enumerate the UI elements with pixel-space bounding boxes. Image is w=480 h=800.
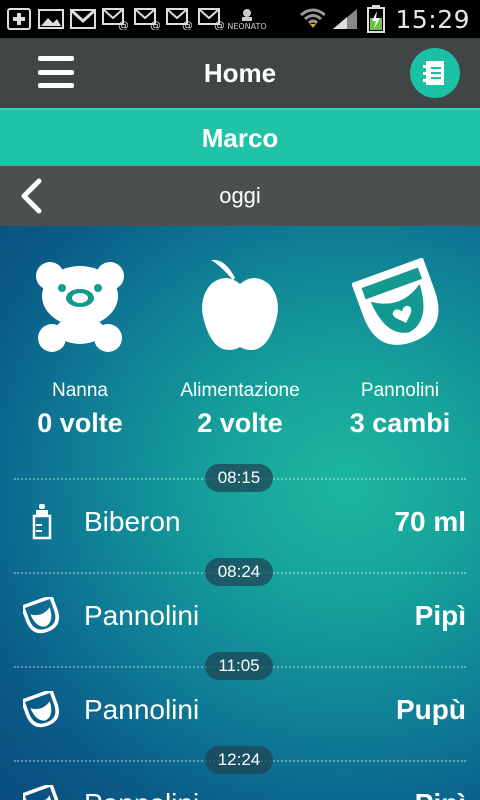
time-badge: 11:05 (205, 652, 273, 680)
status-bar: @ @ @ @ NEONATO 15:29 (0, 0, 480, 38)
summary-panel: Nanna 0 volte Alimentazione 2 volte Pann… (0, 226, 480, 456)
summary-label: Alimentazione (180, 380, 300, 401)
summary-sleep[interactable]: Nanna 0 volte (0, 256, 160, 439)
diaper-icon (23, 691, 59, 728)
summary-diapers[interactable]: Pannolini 3 cambi (320, 256, 480, 439)
timeline-entry[interactable]: 11:05 Pannolini Pupù (0, 652, 480, 746)
plus-icon (6, 8, 32, 30)
summary-label: Pannolini (360, 380, 440, 401)
summary-value: 0 volte (37, 408, 123, 438)
notebook-icon (423, 61, 444, 85)
action-bar: Home (0, 38, 480, 108)
svg-text:@: @ (150, 19, 160, 30)
email-at-icon: @ (166, 8, 192, 30)
timeline-entry[interactable]: 08:15 Biberon 70 ml (0, 464, 480, 558)
bottle-icon (32, 504, 52, 540)
entry-value: 70 ml (394, 506, 466, 537)
summary-feeding[interactable]: Alimentazione 2 volte (160, 256, 320, 439)
image-icon (38, 8, 64, 30)
main-content: Nanna 0 volte Alimentazione 2 volte Pann… (0, 226, 480, 800)
timeline-list: 08:15 Biberon 70 ml 08:24 Pannolini Pipì (0, 464, 480, 800)
date-label: oggi (219, 183, 261, 208)
svg-text:@: @ (182, 19, 192, 30)
entry-value: Pipì (414, 600, 466, 631)
entry-label: Biberon (84, 506, 181, 537)
neonato-brand-text: NEONATO (227, 21, 267, 31)
diaper-icon (23, 785, 59, 800)
neonato-icon: NEONATO (227, 8, 267, 31)
svg-text:@: @ (214, 19, 224, 30)
clock: 15:29 (395, 4, 470, 34)
page-title: Home (203, 58, 277, 88)
entry-label: Pannolini (84, 788, 415, 800)
entry-label: Pannolini (84, 600, 200, 631)
battery-charging-icon (363, 5, 389, 33)
timeline-entry[interactable]: 12:24 Pannolini Pipì (0, 746, 480, 800)
entry-value: Pipì (415, 788, 480, 800)
time-badge: 12:24 (205, 746, 273, 774)
entry-value: Pupù (396, 694, 466, 725)
diaper-icon (23, 597, 59, 634)
teddy-bear-icon (36, 262, 124, 352)
date-bar: oggi (0, 166, 480, 226)
summary-label: Nanna (52, 380, 108, 401)
wifi-icon (299, 8, 326, 30)
child-name: Marco (201, 122, 279, 153)
previous-day-button[interactable] (16, 178, 46, 214)
signal-icon (331, 8, 358, 30)
email-at-icon: @ (198, 8, 224, 30)
chevron-left-icon (21, 178, 42, 214)
entry-label: Pannolini (84, 694, 200, 725)
time-badge: 08:15 (205, 464, 273, 492)
apple-icon (202, 259, 278, 350)
summary-value: 2 volte (197, 408, 283, 438)
time-badge: 08:24 (205, 558, 273, 586)
svg-text:@: @ (118, 19, 128, 30)
child-name-bar[interactable]: Marco (0, 108, 480, 166)
gmail-icon (70, 8, 96, 30)
diaper-icon (352, 258, 439, 345)
diary-button[interactable] (410, 48, 460, 98)
email-at-icon: @ (134, 8, 160, 30)
summary-value: 3 cambi (349, 408, 451, 438)
email-at-icon: @ (102, 8, 128, 30)
timeline-entry[interactable]: 08:24 Pannolini Pipì (0, 558, 480, 652)
